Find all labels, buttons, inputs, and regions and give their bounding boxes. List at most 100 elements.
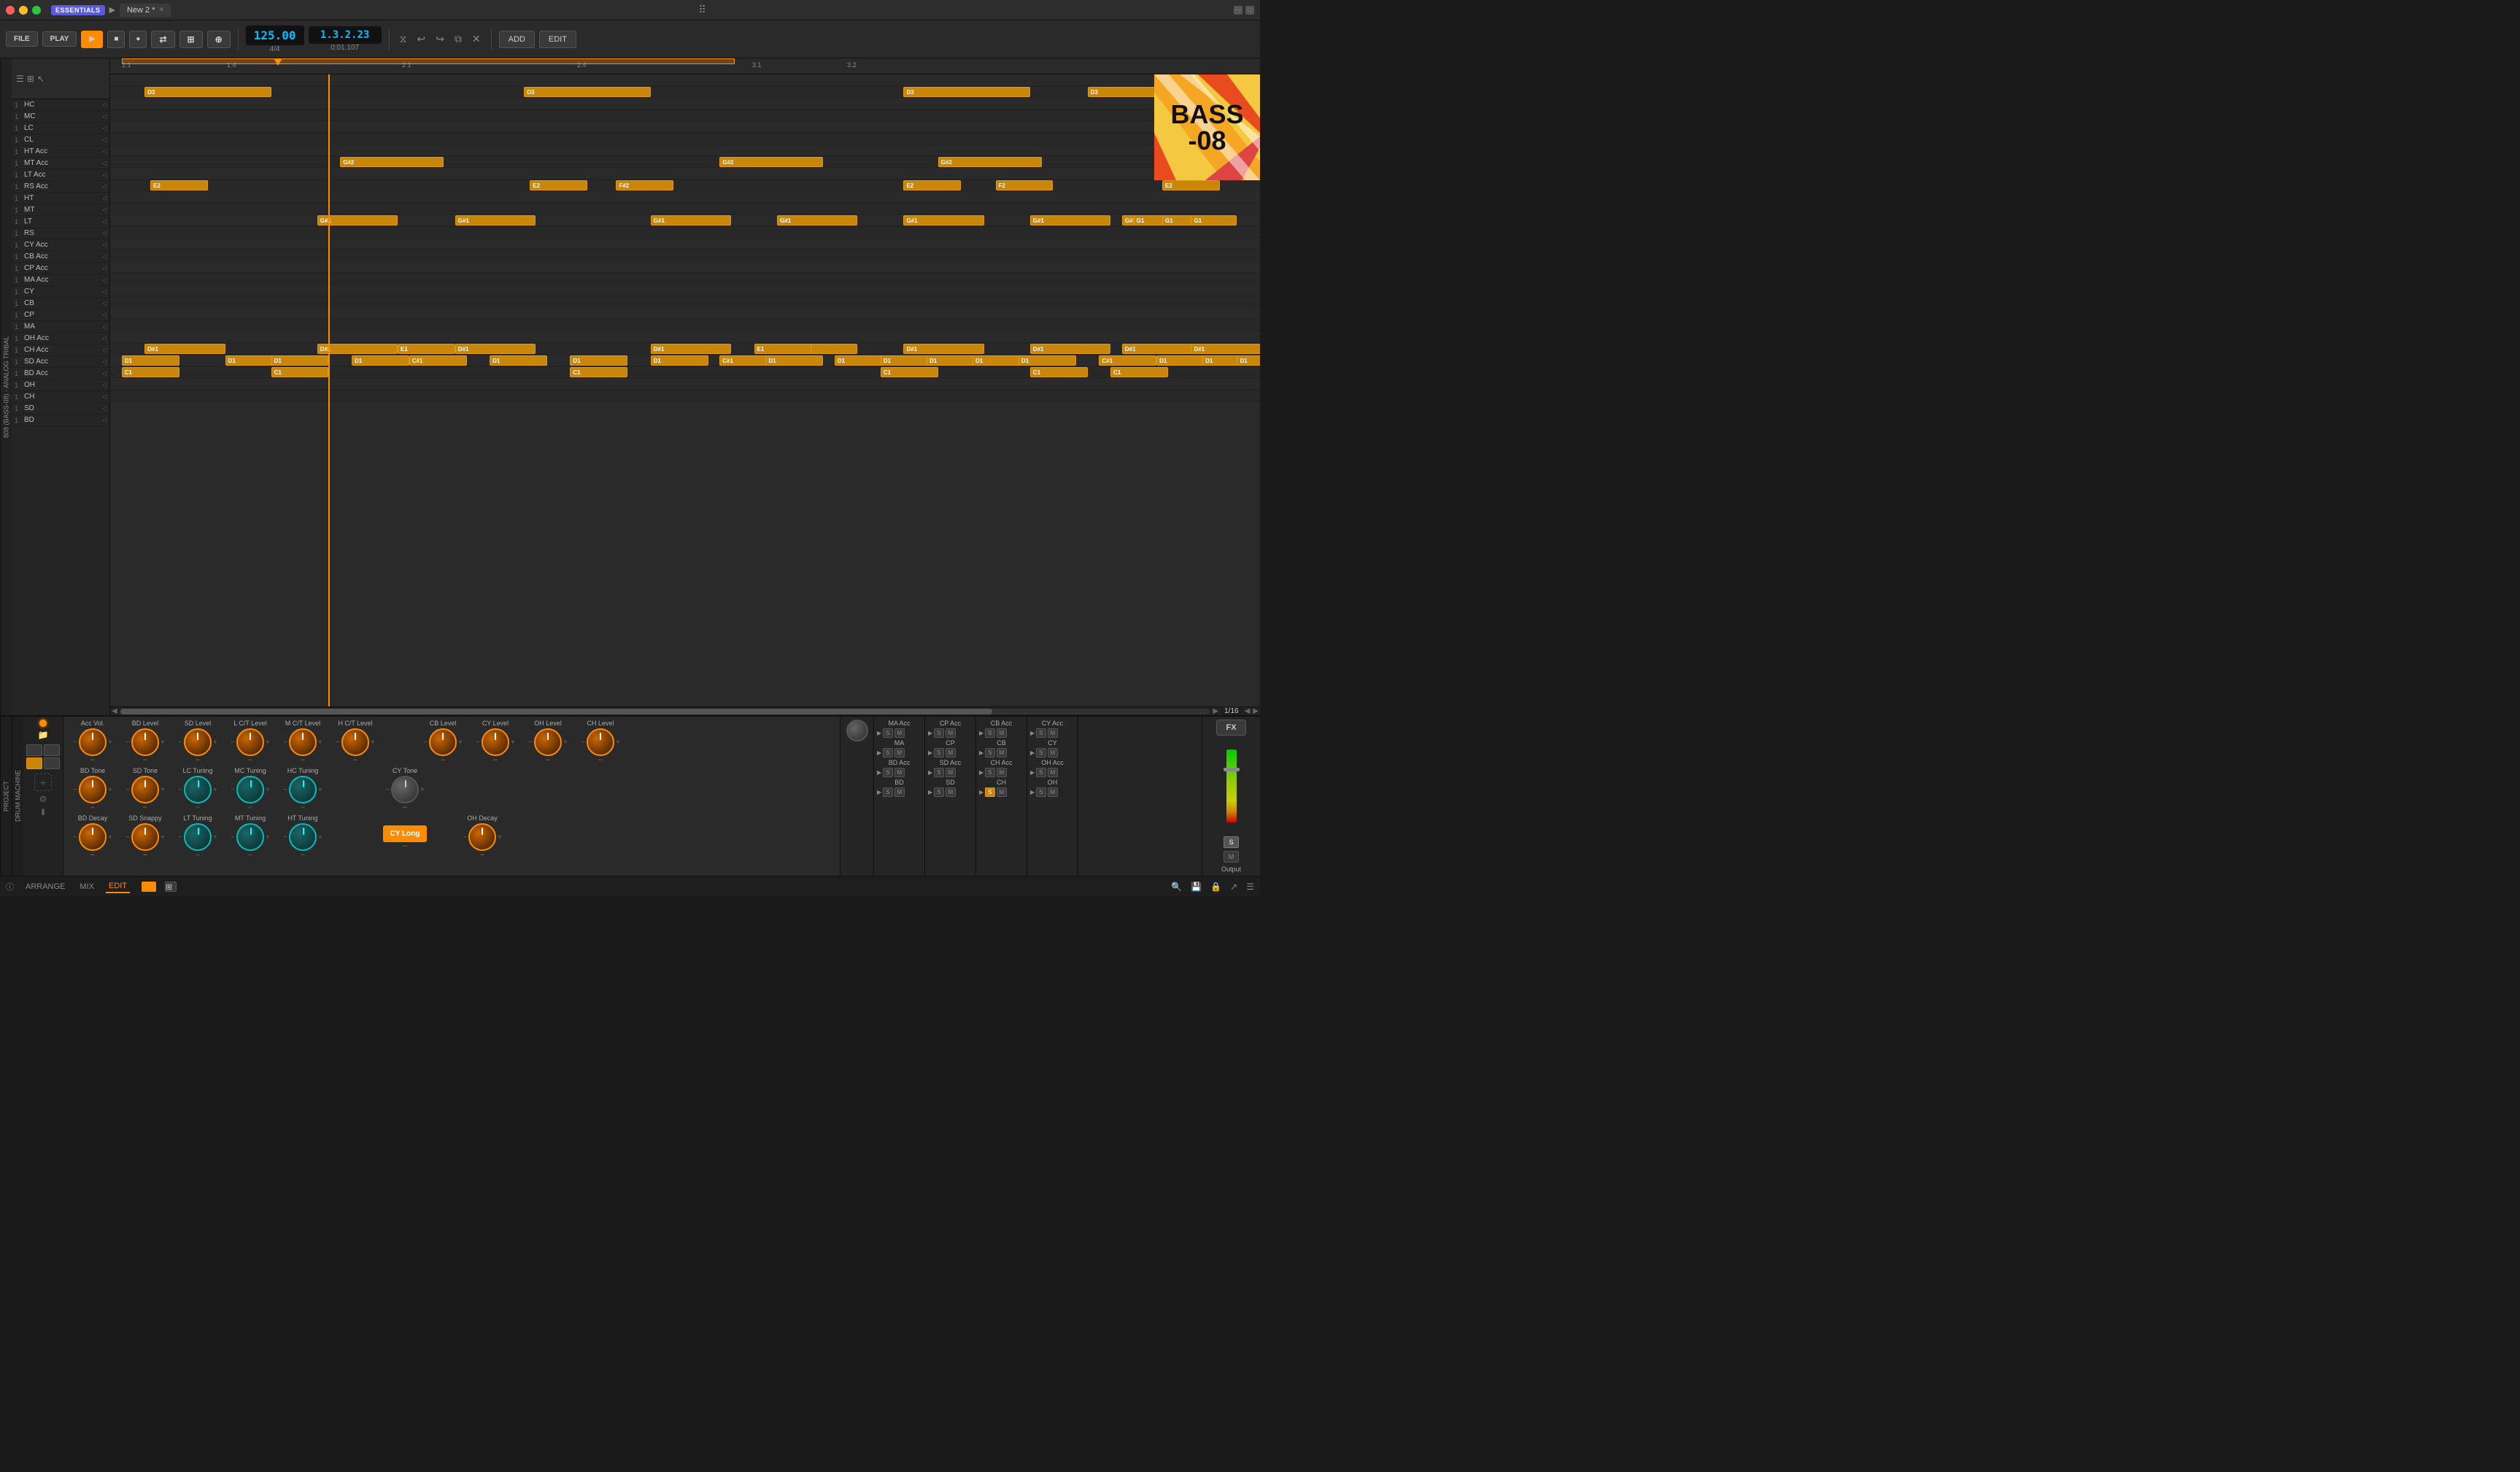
lane-row-cy-acc[interactable]: G#1G#1G#1G#1G#1G#1G#1G1G1G1 [110, 215, 1260, 226]
cy-acc-m-btn[interactable]: M [1048, 728, 1059, 738]
active-tab[interactable]: New 2 * × [120, 4, 171, 17]
track-mute-arrow[interactable]: ◁ [102, 183, 107, 190]
sd-level-minus[interactable]: − [178, 739, 182, 747]
bd-tone-plus[interactable]: + [108, 786, 112, 794]
track-item-cp[interactable]: 1 CP ◁ [12, 309, 109, 321]
bd-level-knob[interactable] [131, 728, 159, 756]
cp-acc-play[interactable]: ▶ [928, 730, 932, 736]
clip-block[interactable]: D#1 [903, 344, 983, 354]
hc-tuning-plus[interactable]: + [318, 786, 322, 794]
tab-close-button[interactable]: × [160, 6, 164, 14]
track-item-cb[interactable]: 1 CB ◁ [12, 298, 109, 309]
track-item-cl[interactable]: 1 CL ◁ [12, 134, 109, 146]
track-item-ma[interactable]: 1 MA ◁ [12, 321, 109, 333]
copy-button[interactable]: ⧉ [452, 31, 465, 47]
track-item-cy-acc[interactable]: 1 CY Acc ◁ [12, 239, 109, 251]
track-mute-arrow[interactable]: ◁ [102, 417, 107, 423]
bd-s-btn[interactable]: S [883, 787, 892, 797]
grid-toggle-btn[interactable]: ⊞ [165, 882, 177, 892]
file-button[interactable]: FILE [6, 31, 38, 47]
clip-block[interactable]: C#1 [409, 355, 467, 366]
track-list-menu-icon[interactable]: ☰ [16, 74, 24, 84]
lane-row-lt-acc[interactable] [110, 144, 1260, 156]
main-knob[interactable] [846, 720, 868, 741]
track-mute-arrow[interactable]: ◁ [102, 393, 107, 400]
sd-play[interactable]: ▶ [928, 789, 932, 795]
track-item-cy[interactable]: 1 CY ◁ [12, 286, 109, 298]
track-mute-arrow[interactable]: ◁ [102, 382, 107, 388]
lane-row-rs-acc[interactable]: G#2G#2G#2 [110, 156, 1260, 168]
mc-tuning-knob[interactable] [236, 776, 264, 804]
drum-pad-1[interactable] [26, 744, 42, 756]
lane-row-lc[interactable] [110, 98, 1260, 109]
track-mute-arrow[interactable]: ◁ [102, 207, 107, 213]
transport-icon-1[interactable]: ⧖ [397, 31, 410, 47]
bd-acc-m-btn[interactable]: M [894, 768, 905, 777]
lane-row-mt[interactable]: F2E2E2F#2E2F2E2 [110, 180, 1260, 191]
bd-m-btn[interactable]: M [894, 787, 905, 797]
close-window-button[interactable] [6, 6, 15, 15]
track-grid-icon[interactable]: ⊞ [27, 74, 34, 84]
track-item-hc[interactable]: 1 HC ◁ [12, 99, 109, 111]
lane-row-sd-acc[interactable] [110, 331, 1260, 343]
lane-row-bd[interactable] [110, 390, 1260, 401]
lane-row-sd[interactable] [110, 378, 1260, 390]
track-mute-arrow[interactable]: ◁ [102, 113, 107, 120]
sd-snappy-plus[interactable]: + [161, 833, 165, 841]
clip-block[interactable]: D3 [144, 87, 271, 97]
bd-acc-s-btn[interactable]: S [883, 768, 892, 777]
clip-block[interactable]: G#1 [903, 215, 983, 226]
clip-block[interactable]: E2 [530, 180, 587, 190]
track-mute-arrow[interactable]: ◁ [102, 125, 107, 131]
sd-level-plus[interactable]: + [213, 739, 217, 747]
clip-block[interactable]: E1 [754, 344, 812, 354]
s-master-btn[interactable]: S [1224, 836, 1238, 848]
ch-level-plus[interactable]: + [616, 739, 620, 747]
track-mute-arrow[interactable]: ◁ [102, 101, 107, 108]
track-item-bd-acc[interactable]: 1 BD Acc ◁ [12, 368, 109, 379]
bd-tone-knob[interactable] [79, 776, 107, 804]
track-mute-arrow[interactable]: ◁ [102, 300, 107, 307]
oh-decay-knob[interactable] [468, 823, 496, 851]
cy-level-plus[interactable]: + [511, 739, 515, 747]
ht-tuning-knob[interactable] [289, 823, 317, 851]
mt-tuning-minus[interactable]: − [231, 833, 235, 841]
hct-level-knob[interactable] [341, 728, 369, 756]
oh-level-knob[interactable] [534, 728, 562, 756]
ch-s-btn[interactable]: S [985, 787, 994, 797]
sd-tone-minus[interactable]: − [125, 786, 130, 794]
save-icon[interactable]: 💾 [1191, 882, 1202, 892]
sd-snappy-knob[interactable] [131, 823, 159, 851]
scroll-right-btn[interactable]: ▶ [1213, 707, 1218, 715]
oh-level-plus[interactable]: + [563, 739, 568, 747]
ma-acc-s-btn[interactable]: S [883, 728, 892, 738]
clip-block[interactable]: G#1 [1030, 215, 1110, 226]
window-control-2[interactable]: □ [1245, 6, 1254, 15]
window-control-1[interactable]: — [1234, 6, 1242, 15]
clip-block[interactable]: G#2 [340, 157, 444, 167]
clip-block[interactable]: G#2 [719, 157, 823, 167]
sd-tone-plus[interactable]: + [161, 786, 165, 794]
bd-level-plus[interactable]: + [161, 739, 165, 747]
lane-row-oh-acc[interactable] [110, 308, 1260, 320]
clip-block[interactable]: D#1 [651, 344, 731, 354]
clip-block[interactable]: G#1 [651, 215, 731, 226]
loop-button[interactable]: ⇄ [151, 31, 174, 48]
menu-icon[interactable]: ☰ [1246, 882, 1254, 892]
bd-decay-minus[interactable]: − [73, 833, 77, 841]
track-cursor-icon[interactable]: ↖ [37, 74, 45, 84]
lt-tuning-plus[interactable]: + [213, 833, 217, 841]
sd-snappy-minus[interactable]: − [125, 833, 130, 841]
scroll-left-btn[interactable]: ◀ [112, 707, 117, 715]
ch-acc-m-btn[interactable]: M [997, 768, 1008, 777]
lane-row-ht-acc[interactable] [110, 121, 1260, 133]
track-item-lt-acc[interactable]: 1 LT Acc ◁ [12, 169, 109, 181]
clip-block[interactable]: F2 [996, 180, 1054, 190]
cb-acc-play[interactable]: ▶ [979, 730, 983, 736]
sd-acc-m-btn[interactable]: M [946, 768, 956, 777]
track-item-ma-acc[interactable]: 1 MA Acc ◁ [12, 274, 109, 286]
track-item-ch[interactable]: 1 CH ◁ [12, 391, 109, 403]
track-mute-arrow[interactable]: ◁ [102, 405, 107, 412]
lct-level-knob[interactable] [236, 728, 264, 756]
track-lanes[interactable]: BASS -08 D3D3D3D3G#2G#2G#2F2E2E2F#2E2F2E… [110, 74, 1260, 706]
